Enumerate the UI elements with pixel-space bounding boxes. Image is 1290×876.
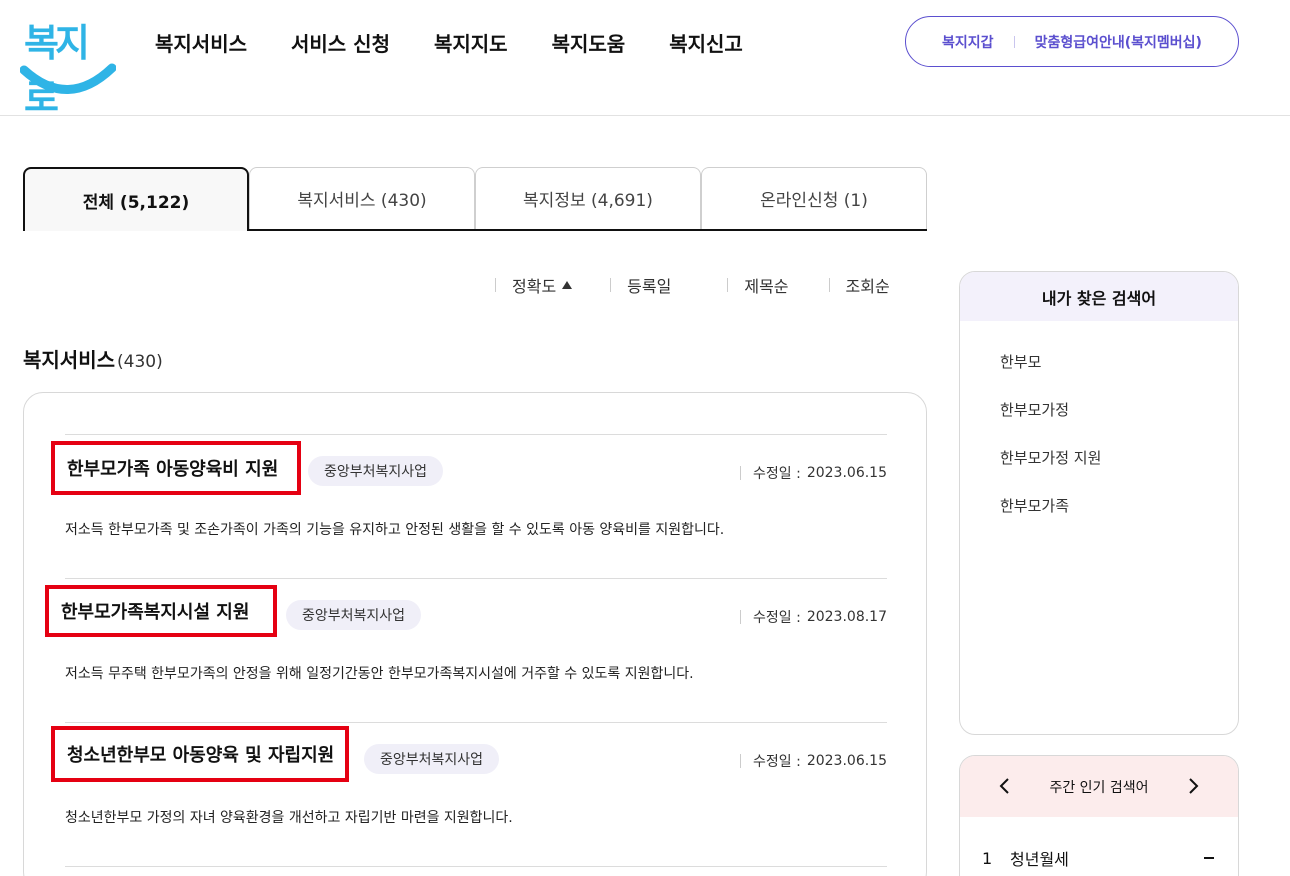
my-searches-title: 내가 찾은 검색어 [960,272,1238,321]
rank-unchanged-icon [1204,857,1214,859]
site-header: 복지로 복지서비스 서비스 신청 복지지도 복지도움 복지신고 복지지갑 맞춤형… [0,0,1290,120]
item-title[interactable]: 청소년한부모 아동양육 및 자립지원 [67,741,334,767]
sort-options: 정확도 등록일 제목순 조회순 [495,273,890,297]
item-date: 수정일 : 2023.08.17 [740,607,887,627]
sort-up-icon [562,281,573,289]
search-keyword[interactable]: 한부모가정 지원 [1000,447,1101,468]
list-item: 한부모가족 아동양육비 지원 중앙부처복지사업 수정일 : 2023.06.15… [51,434,887,578]
result-list: 한부모가족 아동양육비 지원 중앙부처복지사업 수정일 : 2023.06.15… [23,392,927,876]
sort-views[interactable]: 조회순 [829,273,890,297]
welfare-wallet-link[interactable]: 복지지갑 [942,32,994,52]
popular-header: 주간 인기 검색어 [960,756,1238,817]
nav-welfare-map[interactable]: 복지지도 [434,28,508,57]
logo-smile-icon [20,63,116,94]
popular-searches-panel: 주간 인기 검색어 1 청년월세 [959,755,1239,876]
search-keyword[interactable]: 한부모 [1000,351,1041,372]
section-title-label: 복지서비스 [23,348,115,372]
date-label: 수정일 : [753,754,801,770]
item-title[interactable]: 한부모가족복지시설 지원 [61,598,249,624]
sort-accuracy-label: 정확도 [512,277,557,296]
popular-title: 주간 인기 검색어 [1049,779,1149,796]
result-tabs: 전체 (5,122) 복지서비스 (430) 복지정보 (4,691) 온라인신… [23,167,927,231]
tab-welfare-info[interactable]: 복지정보 (4,691) [475,167,701,229]
category-badge: 중앙부처복지사업 [286,600,422,630]
category-badge: 중앙부처복지사업 [308,456,444,486]
tab-online-apply[interactable]: 온라인신청 (1) [701,167,927,229]
nav-welfare-help[interactable]: 복지도움 [552,28,626,57]
sort-accuracy[interactable]: 정확도 [495,273,573,297]
list-item: 청소년한부모 아동양육 및 자립지원 중앙부처복지사업 수정일 : 2023.0… [51,722,887,866]
item-date: 수정일 : 2023.06.15 [740,751,887,771]
sort-date[interactable]: 등록일 [610,273,671,297]
item-description: 저소득 무주택 한부모가족의 안정을 위해 일정기간동안 한부모가족복지시설에 … [65,666,694,682]
nav-service-apply[interactable]: 서비스 신청 [291,28,390,57]
category-badge: 중앙부처복지사업 [364,744,500,774]
popular-keyword[interactable]: 청년월세 [1010,846,1204,870]
date-value: 2023.08.17 [806,609,887,625]
date-value: 2023.06.15 [806,465,887,481]
item-date: 수정일 : 2023.06.15 [740,463,887,483]
section-count: (430) [117,352,163,372]
membership-link[interactable]: 맞춤형급여안내(복지멤버십) [1035,32,1202,52]
search-keyword[interactable]: 한부모가족 [1000,495,1069,516]
tab-welfare-service[interactable]: 복지서비스 (430) [249,167,475,229]
nav-welfare-report[interactable]: 복지신고 [669,28,743,57]
section-title: 복지서비스 (430) [23,344,163,373]
item-description: 저소득 한부모가족 및 조손가족이 가족의 기능을 유지하고 안정된 생활을 할… [65,522,725,538]
date-label: 수정일 : [753,610,801,626]
search-keyword[interactable]: 한부모가정 [1000,399,1069,420]
list-item: 한부모가족복지시설 지원 중앙부처복지사업 수정일 : 2023.08.17 저… [45,578,887,722]
date-value: 2023.06.15 [806,753,887,769]
list-divider [65,866,887,876]
tab-all[interactable]: 전체 (5,122) [23,167,249,231]
logo[interactable]: 복지로 [20,10,116,120]
sort-title[interactable]: 제목순 [727,273,788,297]
chevron-left-icon[interactable] [992,774,1016,798]
date-label: 수정일 : [753,466,801,482]
title-highlight: 한부모가족복지시설 지원 [45,585,277,637]
title-highlight: 청소년한부모 아동양육 및 자립지원 [51,726,349,782]
chevron-right-icon[interactable] [1182,774,1206,798]
nav-welfare-service[interactable]: 복지서비스 [155,28,247,57]
top-links: 복지지갑 맞춤형급여안내(복지멤버십) [905,16,1239,67]
item-description: 청소년한부모 가정의 자녀 양육환경을 개선하고 자립기반 마련을 지원합니다. [65,810,513,826]
title-highlight: 한부모가족 아동양육비 지원 [51,441,301,495]
my-searches-panel: 내가 찾은 검색어 한부모 한부모가정 한부모가정 지원 한부모가족 [959,271,1239,735]
rank-number: 1 [982,848,993,868]
popular-row: 1 청년월세 [982,846,1214,870]
item-title[interactable]: 한부모가족 아동양육비 지원 [67,455,278,481]
main-nav: 복지서비스 서비스 신청 복지지도 복지도움 복지신고 [155,28,787,57]
divider [1013,35,1015,48]
